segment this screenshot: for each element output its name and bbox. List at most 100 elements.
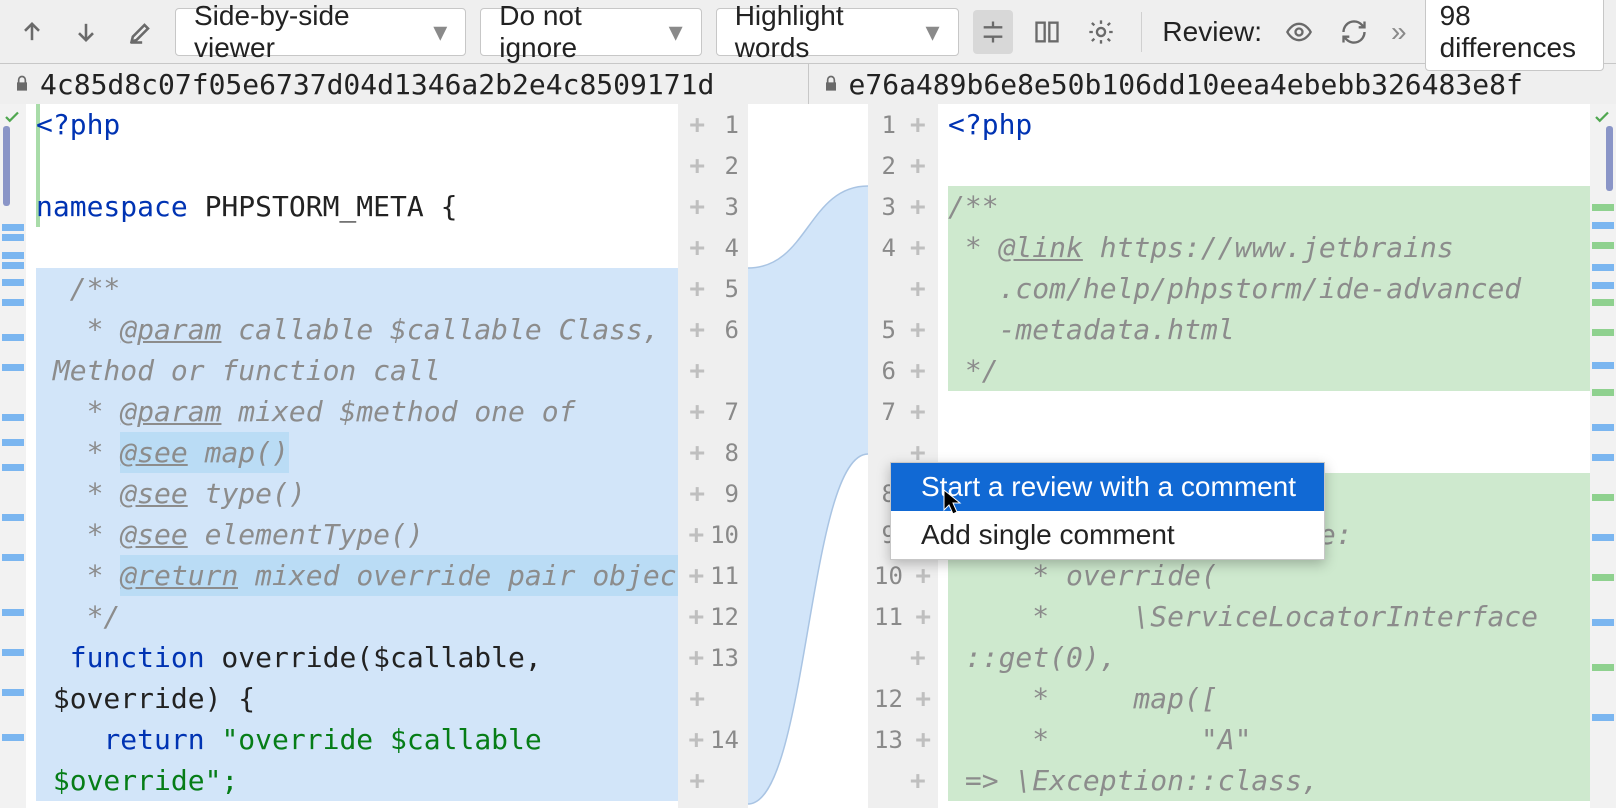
code-text: .com/help/phpstorm/ide-advanced [948, 268, 1521, 309]
sync-scroll-icon[interactable] [1027, 10, 1067, 54]
add-comment-icon[interactable]: + [904, 356, 932, 386]
add-comment-icon[interactable]: + [682, 561, 710, 591]
add-comment-icon[interactable]: + [682, 602, 710, 632]
more-icon[interactable]: » [1391, 16, 1407, 48]
gutter-row[interactable]: + [678, 760, 747, 801]
chevron-down-icon: ▾ [669, 15, 683, 48]
gutter-row[interactable]: 7+ [868, 391, 937, 432]
add-comment-icon[interactable]: + [904, 151, 932, 181]
scrollbar-thumb[interactable] [1606, 126, 1613, 191]
highlight-mode-dropdown[interactable]: Highlight words ▾ [716, 8, 959, 56]
add-comment-icon[interactable]: + [683, 151, 711, 181]
gutter-row[interactable]: +4 [678, 227, 747, 268]
code-text: * map([ [948, 678, 1218, 719]
gutter-row[interactable]: 6+ [868, 350, 937, 391]
add-comment-icon[interactable]: + [909, 561, 937, 591]
add-comment-icon[interactable]: + [683, 766, 711, 796]
add-comment-icon[interactable]: + [682, 643, 710, 673]
gear-icon[interactable] [1081, 10, 1121, 54]
gutter-row[interactable]: +11 [678, 555, 747, 596]
gutter-row[interactable]: +6 [678, 309, 747, 350]
prev-diff-icon[interactable] [12, 10, 52, 54]
gutter-row[interactable]: 13+ [868, 719, 937, 760]
code-text [36, 145, 678, 186]
add-comment-icon[interactable]: + [904, 110, 932, 140]
add-comment-icon[interactable]: + [909, 602, 937, 632]
add-comment-icon[interactable]: + [683, 438, 711, 468]
mouse-cursor-icon [942, 488, 962, 516]
edit-icon[interactable] [121, 10, 161, 54]
gutter-row[interactable]: 5+ [868, 309, 937, 350]
eye-icon[interactable] [1280, 10, 1318, 54]
gutter-row[interactable]: +2 [678, 145, 747, 186]
right-gutter[interactable]: 1+2+3+4++5+6+7++8+9+10+11++12+13++ [868, 104, 938, 808]
add-comment-icon[interactable]: + [904, 643, 932, 673]
right-code[interactable]: <?php /** * @link https://www.jetbrains … [938, 104, 1590, 808]
add-comment-icon[interactable]: + [683, 233, 711, 263]
gutter-row[interactable]: 1+ [868, 104, 937, 145]
code-text [948, 145, 1590, 186]
collapse-unchanged-icon[interactable] [973, 10, 1013, 54]
gutter-row[interactable]: 12+ [868, 678, 937, 719]
code-text: function [70, 637, 205, 678]
add-comment-icon[interactable]: + [683, 192, 711, 222]
gutter-row[interactable]: + [678, 350, 747, 391]
add-comment-icon[interactable]: + [683, 274, 711, 304]
gutter-row[interactable]: +1 [678, 104, 747, 145]
gutter-row[interactable]: +3 [678, 186, 747, 227]
add-comment-icon[interactable]: + [904, 397, 932, 427]
add-comment-icon[interactable]: + [904, 192, 932, 222]
add-comment-icon[interactable]: + [682, 520, 710, 550]
code-text: elementType() [188, 514, 424, 555]
gutter-row[interactable]: +13 [678, 637, 747, 678]
gutter-row[interactable]: + [868, 637, 937, 678]
add-comment-icon[interactable]: + [683, 110, 711, 140]
add-comment-icon[interactable]: + [904, 315, 932, 345]
left-code[interactable]: <?php namespace PHPSTORM_META { /** * @p… [26, 104, 678, 808]
code-text: @see [120, 514, 187, 555]
add-comment-icon[interactable]: + [683, 356, 711, 386]
gutter-row[interactable]: +7 [678, 391, 747, 432]
gutter-row[interactable]: + [678, 678, 747, 719]
add-comment-icon[interactable]: + [909, 684, 937, 714]
scrollbar-thumb[interactable] [3, 126, 10, 206]
gutter-row[interactable]: +10 [678, 514, 747, 555]
code-text: Method or function call [36, 350, 441, 391]
code-text: * [948, 227, 999, 268]
line-number: 9 [711, 480, 747, 508]
gutter-row[interactable]: + [868, 760, 937, 801]
gutter-row[interactable]: 3+ [868, 186, 937, 227]
gutter-row[interactable]: 2+ [868, 145, 937, 186]
gutter-row[interactable]: 10+ [868, 555, 937, 596]
gutter-row[interactable]: +9 [678, 473, 747, 514]
gutter-row[interactable]: +12 [678, 596, 747, 637]
add-comment-icon[interactable]: + [909, 725, 937, 755]
left-marker-strip[interactable] [0, 104, 26, 808]
add-comment-icon[interactable]: + [683, 479, 711, 509]
ignore-mode-dropdown[interactable]: Do not ignore ▾ [480, 8, 701, 56]
add-comment-icon[interactable]: + [904, 233, 932, 263]
left-pane[interactable]: <?php namespace PHPSTORM_META { /** * @p… [26, 104, 748, 808]
gutter-row[interactable]: +8 [678, 432, 747, 473]
line-number: 10 [868, 562, 909, 590]
add-comment-icon[interactable]: + [683, 315, 711, 345]
next-diff-icon[interactable] [66, 10, 106, 54]
add-comment-icon[interactable]: + [683, 397, 711, 427]
add-comment-icon[interactable]: + [682, 725, 710, 755]
left-revision-hash: 4c85d8c07f05e6737d04d1346a2b2e4c8509171d [0, 64, 808, 104]
right-marker-strip[interactable] [1590, 104, 1616, 808]
viewer-mode-dropdown[interactable]: Side-by-side viewer ▾ [175, 8, 466, 56]
add-comment-icon[interactable]: + [683, 684, 711, 714]
gutter-row[interactable]: +5 [678, 268, 747, 309]
add-comment-icon[interactable]: + [904, 274, 932, 304]
gutter-row[interactable]: + [868, 268, 937, 309]
menu-add-single-comment[interactable]: Add single comment [891, 511, 1324, 559]
refresh-icon[interactable] [1336, 10, 1374, 54]
add-comment-icon[interactable]: + [904, 766, 932, 796]
right-pane[interactable]: 1+2+3+4++5+6+7++8+9+10+11++12+13++ <?php… [868, 104, 1590, 808]
left-gutter[interactable]: +1+2+3+4+5+6++7+8+9+10+11+12+13++14+ [678, 104, 748, 808]
ignore-mode-label: Do not ignore [499, 0, 650, 64]
gutter-row[interactable]: 4+ [868, 227, 937, 268]
gutter-row[interactable]: +14 [678, 719, 747, 760]
gutter-row[interactable]: 11+ [868, 596, 937, 637]
